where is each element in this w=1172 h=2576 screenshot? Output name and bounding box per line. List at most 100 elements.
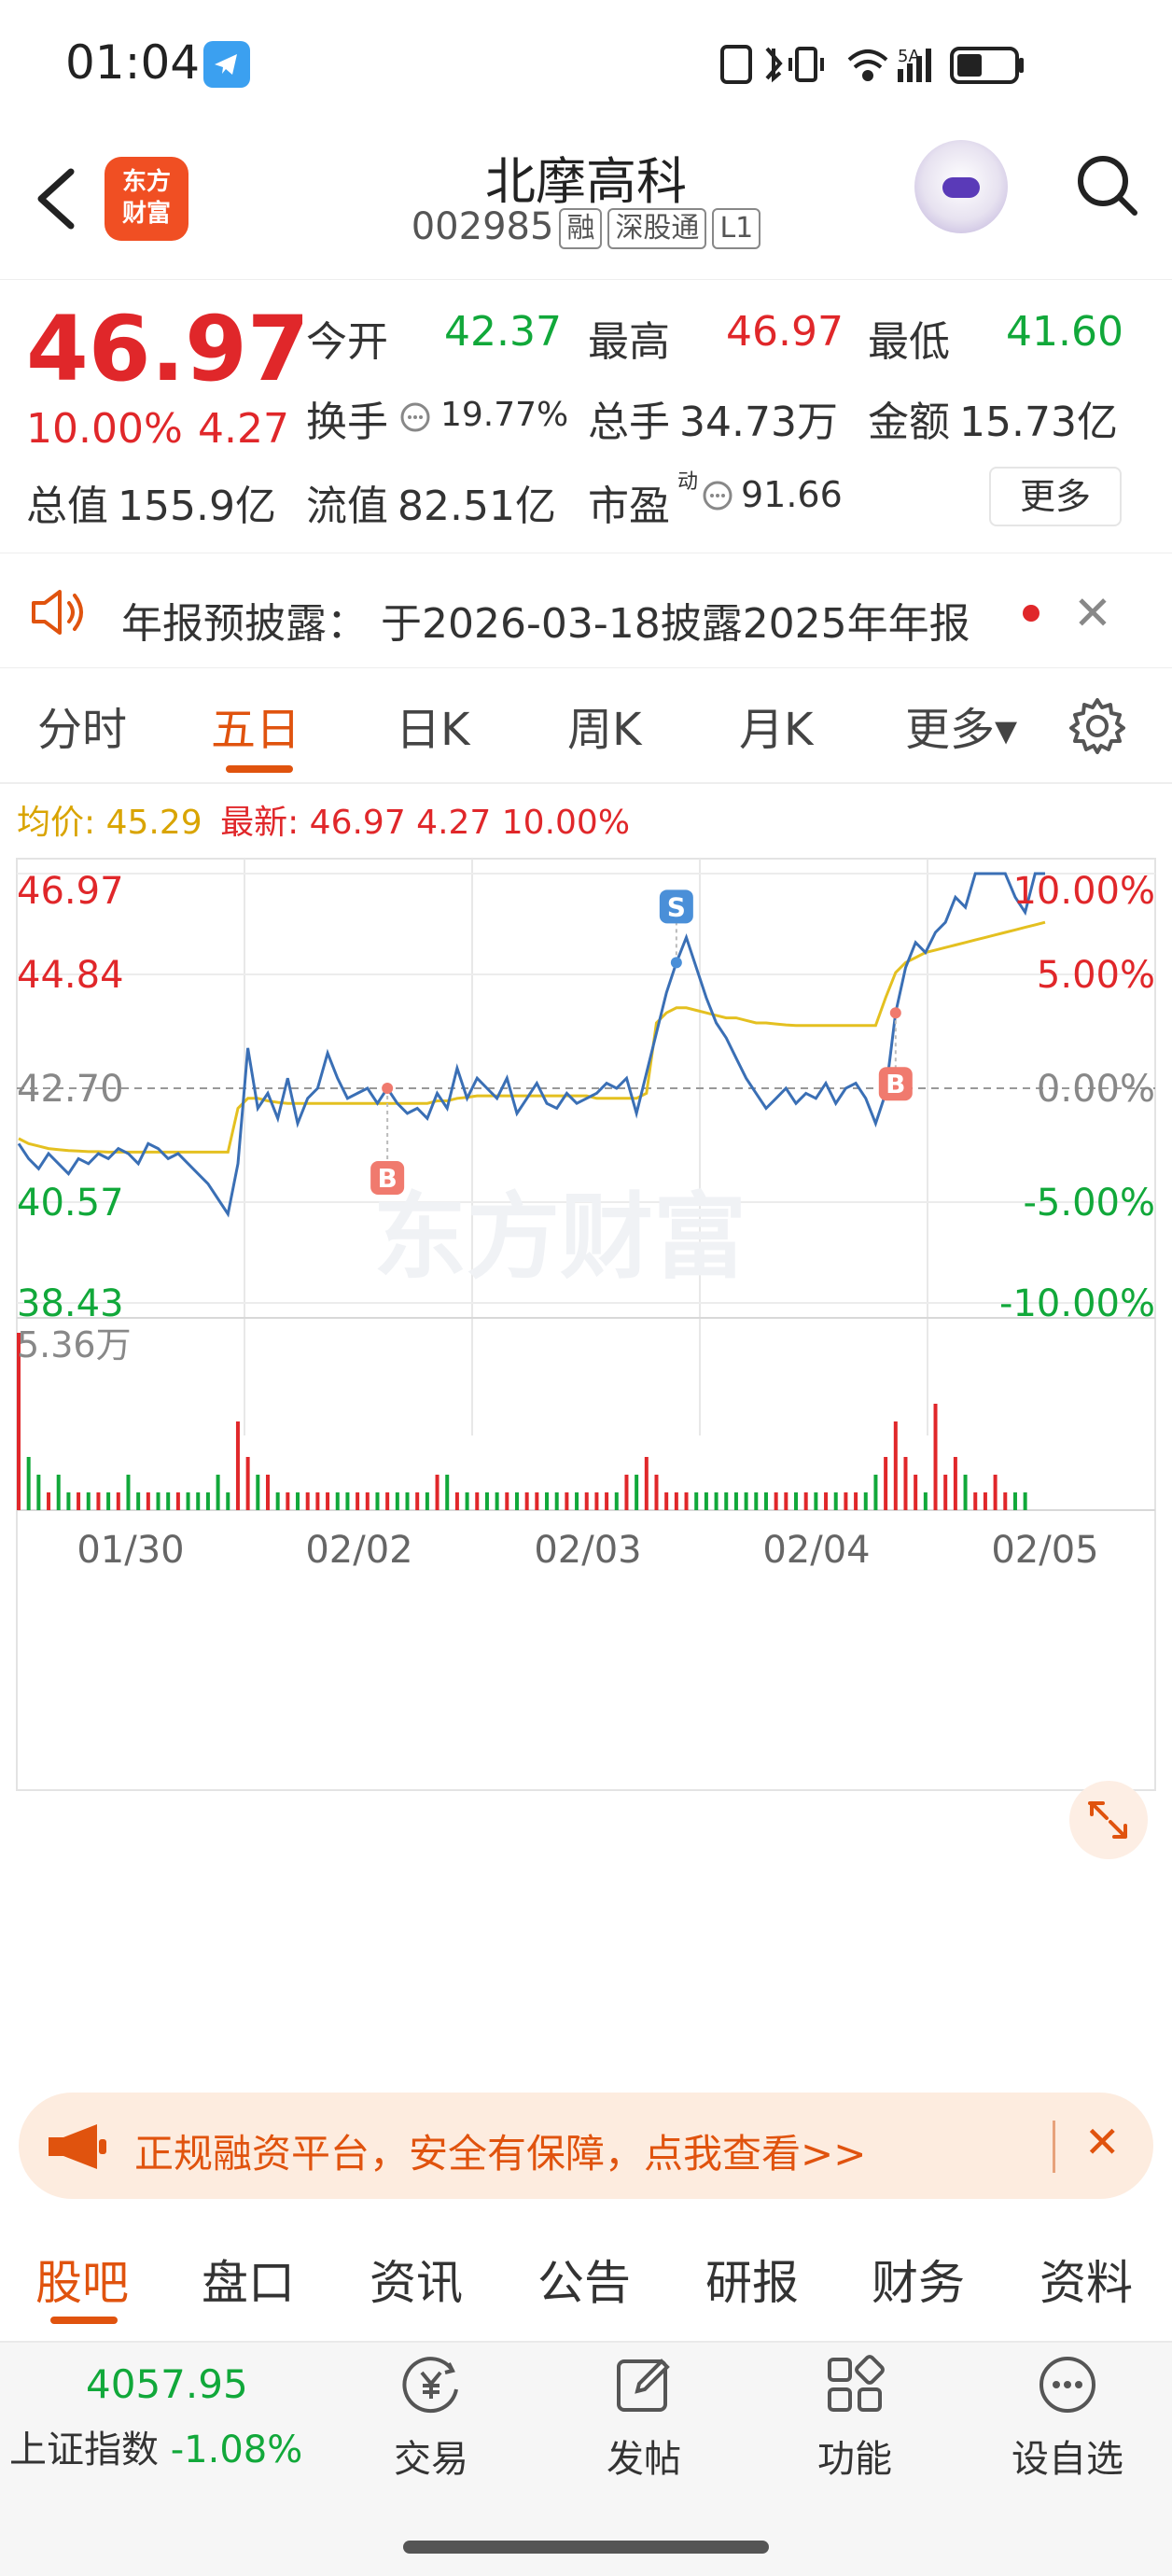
volume-bar [624, 1475, 629, 1510]
volume-bar [1003, 1492, 1008, 1510]
price-line [17, 872, 1045, 1218]
tab-order-book[interactable]: 盘口 [202, 2246, 295, 2313]
volume-bar [983, 1492, 987, 1510]
promo-divider [1053, 2121, 1055, 2173]
volume-bar [26, 1457, 31, 1510]
watermark: 东方财富 [373, 1183, 746, 1292]
settings-gear-icon[interactable] [1067, 696, 1127, 756]
trade-marker-label: S [667, 891, 686, 922]
tab-finance[interactable]: 财务 [872, 2246, 965, 2313]
low-value: 41.60 [1006, 308, 1123, 356]
volume-bar [963, 1475, 968, 1510]
tab-daily-k[interactable]: 日K [396, 693, 469, 758]
turnover-label: 换手 [306, 399, 388, 446]
tab-forum[interactable]: 股吧 [35, 2246, 129, 2313]
volume-bar [545, 1492, 550, 1510]
volume-bar [56, 1475, 61, 1510]
nav-functions-label: 功能 [817, 2438, 892, 2481]
tab-more[interactable]: 更多▾ [905, 693, 1017, 758]
volume-bar [186, 1492, 190, 1510]
high-label: 最高 [588, 318, 670, 366]
volume-bar [256, 1475, 260, 1510]
trade-marker-label: B [377, 1163, 397, 1194]
promo-text[interactable]: 正规融资平台，安全有保障，点我查看>> [134, 2122, 866, 2179]
close-promo-icon[interactable]: ✕ [1084, 2117, 1121, 2167]
volume-bar [345, 1492, 350, 1510]
volume-bar [356, 1492, 360, 1510]
price-tick-label: 40.57 [17, 1182, 124, 1225]
avg-price-line [18, 920, 1046, 1154]
volume-bar [305, 1492, 310, 1510]
notice-text[interactable]: 年报预披露： 于2026-03-18披露2025年年报 [121, 590, 970, 650]
volume-bar [784, 1492, 788, 1510]
tab-research[interactable]: 研报 [705, 2246, 799, 2313]
volume-bar [454, 1492, 459, 1510]
tab-five-day[interactable]: 五日 [211, 693, 300, 758]
volume-bar [724, 1492, 729, 1510]
tab-announcements[interactable]: 公告 [537, 2246, 631, 2313]
volume-bar [893, 1421, 898, 1510]
percent-tick-label: 0.00% [1037, 1068, 1155, 1111]
float-label: 流值 [306, 483, 388, 530]
tab-intraday[interactable]: 分时 [37, 693, 127, 758]
volume-bar [794, 1492, 799, 1510]
change-percent: 10.00% [26, 405, 183, 453]
tab-weekly-k[interactable]: 周K [567, 693, 641, 758]
turnover-value: 19.77% [440, 396, 569, 434]
volume-bar [465, 1492, 469, 1510]
volume-bar [873, 1475, 878, 1510]
close-notice-icon[interactable]: ✕ [1073, 586, 1112, 640]
volume-bar [36, 1475, 41, 1510]
volume-bar [614, 1492, 619, 1510]
percent-tick-label: 10.00% [1012, 870, 1155, 913]
volume-bar [844, 1492, 848, 1510]
volume-bar [226, 1492, 230, 1510]
date-tick-label: 01/30 [77, 1529, 184, 1572]
nav-add-watchlist[interactable]: 设自选 [1002, 2352, 1133, 2483]
nav-post[interactable]: 发帖 [579, 2352, 709, 2483]
pe-info-icon[interactable] [702, 480, 733, 511]
tab-news[interactable]: 资讯 [370, 2246, 463, 2313]
index-summary[interactable]: 上证指数 -1.08% [9, 2419, 302, 2473]
info-icon[interactable] [399, 401, 431, 433]
volume-bar [1023, 1492, 1027, 1510]
edit-icon [617, 2359, 670, 2412]
volume-label: 总手 [588, 399, 670, 446]
volume-bar [914, 1475, 918, 1510]
status-time: 01:04 [65, 35, 201, 90]
nav-trade-label: 交易 [394, 2438, 468, 2481]
index-value[interactable]: 4057.95 [86, 2361, 248, 2407]
volume-bar [495, 1492, 499, 1510]
search-icon[interactable] [1073, 151, 1140, 218]
nav-add-watchlist-label: 设自选 [1012, 2438, 1123, 2481]
nav-functions[interactable]: 功能 [789, 2352, 920, 2483]
volume-bar [635, 1475, 639, 1510]
volume-bar [156, 1492, 160, 1510]
volume-bar [594, 1492, 599, 1510]
amount-value: 15.73亿 [959, 399, 1118, 446]
volume-bar [435, 1475, 440, 1510]
volume-bar [814, 1492, 818, 1510]
volume-bar [524, 1492, 529, 1510]
date-tick-label: 02/02 [305, 1529, 412, 1572]
volume-bar [754, 1492, 759, 1510]
price-tick-label: 44.84 [17, 954, 124, 997]
expand-chart-button[interactable] [1069, 1781, 1148, 1859]
ai-assistant-robot-icon[interactable] [914, 140, 1008, 233]
five-day-chart[interactable]: 东方财富 B S B 46.97 44.84 42.70 40.57 38.43 10.00%… [0, 840, 1172, 2035]
tab-profile[interactable]: 资料 [1039, 2246, 1133, 2313]
volume-bar [714, 1492, 719, 1510]
active-tab-indicator [226, 765, 293, 773]
grid-apps-icon [828, 2355, 885, 2412]
nav-trade[interactable]: 交易 [366, 2352, 496, 2483]
chart-info-line: 均价: 45.29 最新: 46.97 4.27 10.00% [17, 795, 630, 844]
pe-label: 市盈 [588, 483, 670, 530]
more-quote-button[interactable]: 更多 [989, 467, 1122, 526]
tab-monthly-k[interactable]: 月K [739, 693, 813, 758]
volume-bar [654, 1475, 659, 1510]
volume-bar [86, 1492, 91, 1510]
volume-bar [704, 1492, 708, 1510]
volume-bar [943, 1475, 948, 1510]
volume-bar [884, 1457, 888, 1510]
unread-dot [1023, 605, 1039, 622]
